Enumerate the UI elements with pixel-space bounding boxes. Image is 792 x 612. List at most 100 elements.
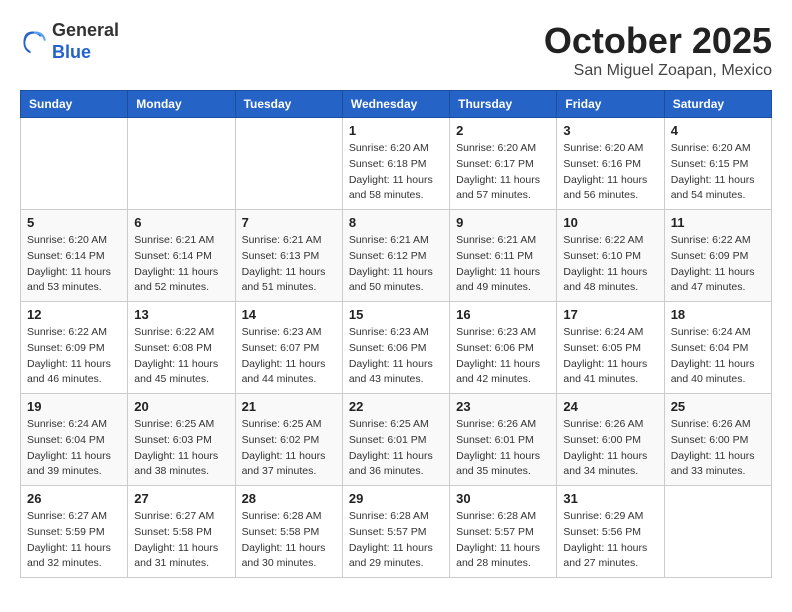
day-info: Sunrise: 6:20 AMSunset: 6:18 PMDaylight:… bbox=[349, 141, 443, 204]
day-info: Sunrise: 6:28 AMSunset: 5:57 PMDaylight:… bbox=[456, 509, 550, 572]
weekday-header-thursday: Thursday bbox=[450, 91, 557, 118]
day-info: Sunrise: 6:20 AMSunset: 6:17 PMDaylight:… bbox=[456, 141, 550, 204]
weekday-header-saturday: Saturday bbox=[664, 91, 771, 118]
day-info: Sunrise: 6:25 AMSunset: 6:01 PMDaylight:… bbox=[349, 417, 443, 480]
calendar-cell: 14 Sunrise: 6:23 AMSunset: 6:07 PMDaylig… bbox=[235, 302, 342, 394]
day-info: Sunrise: 6:22 AMSunset: 6:09 PMDaylight:… bbox=[671, 233, 765, 296]
day-number: 4 bbox=[671, 123, 765, 138]
day-info: Sunrise: 6:29 AMSunset: 5:56 PMDaylight:… bbox=[563, 509, 657, 572]
day-info: Sunrise: 6:21 AMSunset: 6:11 PMDaylight:… bbox=[456, 233, 550, 296]
calendar-cell: 8 Sunrise: 6:21 AMSunset: 6:12 PMDayligh… bbox=[342, 210, 449, 302]
day-info: Sunrise: 6:25 AMSunset: 6:03 PMDaylight:… bbox=[134, 417, 228, 480]
calendar-week-row: 12 Sunrise: 6:22 AMSunset: 6:09 PMDaylig… bbox=[21, 302, 772, 394]
calendar-cell: 24 Sunrise: 6:26 AMSunset: 6:00 PMDaylig… bbox=[557, 394, 664, 486]
calendar-cell: 10 Sunrise: 6:22 AMSunset: 6:10 PMDaylig… bbox=[557, 210, 664, 302]
day-info: Sunrise: 6:22 AMSunset: 6:10 PMDaylight:… bbox=[563, 233, 657, 296]
weekday-header-sunday: Sunday bbox=[21, 91, 128, 118]
day-number: 7 bbox=[242, 215, 336, 230]
day-info: Sunrise: 6:26 AMSunset: 6:00 PMDaylight:… bbox=[671, 417, 765, 480]
day-number: 29 bbox=[349, 491, 443, 506]
day-number: 13 bbox=[134, 307, 228, 322]
calendar-cell: 16 Sunrise: 6:23 AMSunset: 6:06 PMDaylig… bbox=[450, 302, 557, 394]
day-number: 20 bbox=[134, 399, 228, 414]
day-number: 10 bbox=[563, 215, 657, 230]
day-number: 9 bbox=[456, 215, 550, 230]
calendar-cell: 21 Sunrise: 6:25 AMSunset: 6:02 PMDaylig… bbox=[235, 394, 342, 486]
calendar-week-row: 1 Sunrise: 6:20 AMSunset: 6:18 PMDayligh… bbox=[21, 118, 772, 210]
weekday-header-wednesday: Wednesday bbox=[342, 91, 449, 118]
calendar-week-row: 26 Sunrise: 6:27 AMSunset: 5:59 PMDaylig… bbox=[21, 486, 772, 578]
calendar-cell: 13 Sunrise: 6:22 AMSunset: 6:08 PMDaylig… bbox=[128, 302, 235, 394]
day-number: 3 bbox=[563, 123, 657, 138]
day-info: Sunrise: 6:22 AMSunset: 6:08 PMDaylight:… bbox=[134, 325, 228, 388]
calendar-cell: 29 Sunrise: 6:28 AMSunset: 5:57 PMDaylig… bbox=[342, 486, 449, 578]
calendar-cell: 27 Sunrise: 6:27 AMSunset: 5:58 PMDaylig… bbox=[128, 486, 235, 578]
calendar-cell: 20 Sunrise: 6:25 AMSunset: 6:03 PMDaylig… bbox=[128, 394, 235, 486]
calendar-week-row: 19 Sunrise: 6:24 AMSunset: 6:04 PMDaylig… bbox=[21, 394, 772, 486]
calendar-cell: 22 Sunrise: 6:25 AMSunset: 6:01 PMDaylig… bbox=[342, 394, 449, 486]
calendar-cell: 30 Sunrise: 6:28 AMSunset: 5:57 PMDaylig… bbox=[450, 486, 557, 578]
calendar-cell: 4 Sunrise: 6:20 AMSunset: 6:15 PMDayligh… bbox=[664, 118, 771, 210]
calendar-cell: 9 Sunrise: 6:21 AMSunset: 6:11 PMDayligh… bbox=[450, 210, 557, 302]
calendar-cell: 12 Sunrise: 6:22 AMSunset: 6:09 PMDaylig… bbox=[21, 302, 128, 394]
weekday-header-row: SundayMondayTuesdayWednesdayThursdayFrid… bbox=[21, 91, 772, 118]
day-info: Sunrise: 6:24 AMSunset: 6:04 PMDaylight:… bbox=[671, 325, 765, 388]
day-info: Sunrise: 6:26 AMSunset: 6:01 PMDaylight:… bbox=[456, 417, 550, 480]
day-number: 18 bbox=[671, 307, 765, 322]
day-info: Sunrise: 6:20 AMSunset: 6:15 PMDaylight:… bbox=[671, 141, 765, 204]
logo-icon bbox=[20, 28, 48, 56]
day-info: Sunrise: 6:24 AMSunset: 6:05 PMDaylight:… bbox=[563, 325, 657, 388]
day-number: 31 bbox=[563, 491, 657, 506]
calendar-cell: 23 Sunrise: 6:26 AMSunset: 6:01 PMDaylig… bbox=[450, 394, 557, 486]
day-number: 1 bbox=[349, 123, 443, 138]
day-number: 15 bbox=[349, 307, 443, 322]
day-number: 16 bbox=[456, 307, 550, 322]
day-info: Sunrise: 6:23 AMSunset: 6:06 PMDaylight:… bbox=[456, 325, 550, 388]
page-header: General Blue October 2025 San Miguel Zoa… bbox=[20, 20, 772, 80]
calendar-cell: 26 Sunrise: 6:27 AMSunset: 5:59 PMDaylig… bbox=[21, 486, 128, 578]
day-number: 19 bbox=[27, 399, 121, 414]
day-info: Sunrise: 6:23 AMSunset: 6:07 PMDaylight:… bbox=[242, 325, 336, 388]
day-number: 8 bbox=[349, 215, 443, 230]
day-number: 24 bbox=[563, 399, 657, 414]
day-number: 23 bbox=[456, 399, 550, 414]
day-number: 6 bbox=[134, 215, 228, 230]
calendar-cell bbox=[128, 118, 235, 210]
calendar-week-row: 5 Sunrise: 6:20 AMSunset: 6:14 PMDayligh… bbox=[21, 210, 772, 302]
day-number: 17 bbox=[563, 307, 657, 322]
calendar-cell bbox=[235, 118, 342, 210]
calendar-cell: 3 Sunrise: 6:20 AMSunset: 6:16 PMDayligh… bbox=[557, 118, 664, 210]
calendar-cell: 6 Sunrise: 6:21 AMSunset: 6:14 PMDayligh… bbox=[128, 210, 235, 302]
day-number: 14 bbox=[242, 307, 336, 322]
calendar-cell: 7 Sunrise: 6:21 AMSunset: 6:13 PMDayligh… bbox=[235, 210, 342, 302]
day-info: Sunrise: 6:22 AMSunset: 6:09 PMDaylight:… bbox=[27, 325, 121, 388]
calendar-cell: 25 Sunrise: 6:26 AMSunset: 6:00 PMDaylig… bbox=[664, 394, 771, 486]
title-area: October 2025 San Miguel Zoapan, Mexico bbox=[544, 20, 772, 80]
day-number: 21 bbox=[242, 399, 336, 414]
day-info: Sunrise: 6:21 AMSunset: 6:14 PMDaylight:… bbox=[134, 233, 228, 296]
calendar-cell: 19 Sunrise: 6:24 AMSunset: 6:04 PMDaylig… bbox=[21, 394, 128, 486]
calendar-cell: 15 Sunrise: 6:23 AMSunset: 6:06 PMDaylig… bbox=[342, 302, 449, 394]
month-title: October 2025 bbox=[544, 20, 772, 62]
weekday-header-friday: Friday bbox=[557, 91, 664, 118]
day-number: 22 bbox=[349, 399, 443, 414]
day-number: 11 bbox=[671, 215, 765, 230]
day-number: 28 bbox=[242, 491, 336, 506]
calendar-cell: 31 Sunrise: 6:29 AMSunset: 5:56 PMDaylig… bbox=[557, 486, 664, 578]
calendar-cell bbox=[21, 118, 128, 210]
day-info: Sunrise: 6:21 AMSunset: 6:12 PMDaylight:… bbox=[349, 233, 443, 296]
day-info: Sunrise: 6:20 AMSunset: 6:16 PMDaylight:… bbox=[563, 141, 657, 204]
day-number: 26 bbox=[27, 491, 121, 506]
day-info: Sunrise: 6:28 AMSunset: 5:58 PMDaylight:… bbox=[242, 509, 336, 572]
calendar-cell: 1 Sunrise: 6:20 AMSunset: 6:18 PMDayligh… bbox=[342, 118, 449, 210]
day-info: Sunrise: 6:25 AMSunset: 6:02 PMDaylight:… bbox=[242, 417, 336, 480]
day-number: 30 bbox=[456, 491, 550, 506]
day-info: Sunrise: 6:24 AMSunset: 6:04 PMDaylight:… bbox=[27, 417, 121, 480]
day-number: 25 bbox=[671, 399, 765, 414]
logo-text: General Blue bbox=[52, 20, 119, 63]
day-number: 12 bbox=[27, 307, 121, 322]
calendar-cell: 5 Sunrise: 6:20 AMSunset: 6:14 PMDayligh… bbox=[21, 210, 128, 302]
weekday-header-tuesday: Tuesday bbox=[235, 91, 342, 118]
day-number: 2 bbox=[456, 123, 550, 138]
day-number: 5 bbox=[27, 215, 121, 230]
